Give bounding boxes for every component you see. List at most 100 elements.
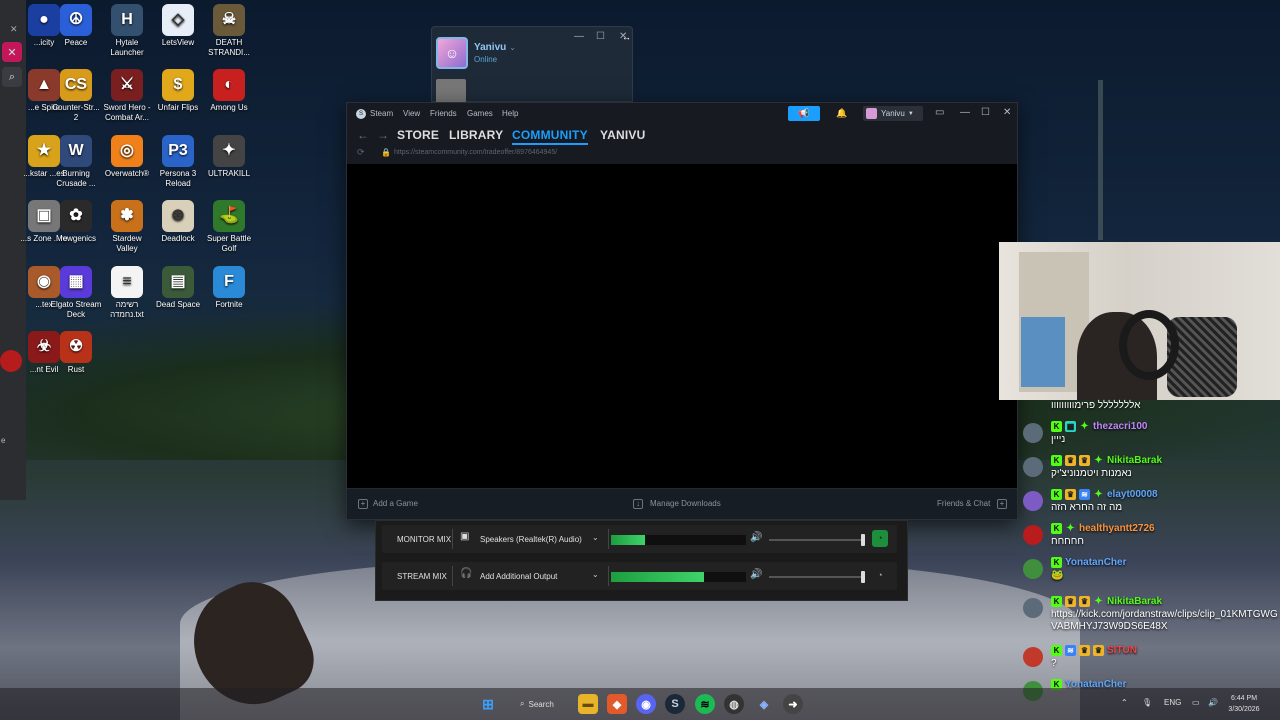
rust-icon: ☢ — [60, 331, 92, 363]
volume-icon[interactable]: 🔊 — [750, 569, 762, 580]
close-icon[interactable]: ✕ — [10, 24, 18, 35]
download-icon[interactable]: ↓ — [633, 499, 643, 509]
desktop-icon-hytale[interactable]: H Hytale Launcher — [101, 4, 153, 58]
mix-label: STREAM MIX — [397, 572, 447, 581]
friends-chat-button[interactable]: Friends & Chat — [937, 499, 990, 508]
desktop-icon-mewgenics[interactable]: ✿ Mewgenics — [50, 200, 102, 244]
chat-username[interactable]: NikitaBarak — [1107, 455, 1162, 466]
clock-time: 6:44 PM — [1230, 695, 1258, 702]
reload-icon[interactable]: ⟳ — [357, 147, 365, 158]
friend-avatar[interactable] — [436, 79, 466, 103]
peace-icon: ☮ — [60, 4, 92, 36]
system-clock[interactable]: 6:44 PM 3/30/2026 — [1226, 693, 1262, 715]
desktop-icon-label: Counter-Str... 2 — [52, 103, 100, 122]
desktop-icon-peace[interactable]: ☮ Peace — [50, 4, 102, 48]
desktop-icon-dead-space[interactable]: ▤ Dead Space — [152, 266, 204, 310]
broadcast-button[interactable]: 📢 — [788, 106, 820, 121]
app-arrow-icon[interactable]: ➜ — [783, 694, 803, 714]
chat-username[interactable]: SITUN — [1107, 645, 1137, 656]
steam-icon[interactable]: S — [665, 694, 685, 714]
volume-icon[interactable]: 🔊 — [1208, 698, 1218, 707]
desktop-icon-burning-crusade[interactable]: W Burning Crusade ... — [50, 135, 102, 189]
desktop-icon-deadlock[interactable]: ⊛ Deadlock — [152, 200, 204, 244]
discord-icon[interactable]: ◉ — [636, 694, 656, 714]
chevron-up-icon[interactable]: ⌃ — [1121, 698, 1128, 707]
chat-username[interactable]: NikitaBarak — [1107, 596, 1162, 607]
volume-icon[interactable]: 🔊 — [750, 532, 762, 543]
chat-username[interactable]: thezacri100 — [1093, 421, 1147, 432]
desktop-icon-text-file[interactable]: ≡ רשימה נחמדה.txt — [101, 266, 153, 320]
output-device-select[interactable]: Add Additional Output — [480, 572, 557, 581]
desktop-icon-super-battle-golf[interactable]: ⛳ Super Battle Golf — [203, 200, 255, 254]
spotify-icon[interactable]: ≋ — [695, 694, 715, 714]
desktop-icon-persona3[interactable]: P3 Persona 3 Reload — [152, 135, 204, 189]
back-arrow-icon[interactable]: ← — [357, 128, 369, 142]
chat-username[interactable]: elayt00008 — [1107, 489, 1158, 500]
desktop-icon-among-us[interactable]: ◐ Among Us — [203, 69, 255, 113]
desktop-icon-fortnite[interactable]: F Fortnite — [203, 266, 255, 310]
menu-games[interactable]: Games — [467, 109, 493, 118]
desktop-icon-counter-strike[interactable]: CS Counter-Str... 2 — [50, 69, 102, 123]
friends-chat-icon[interactable]: + — [997, 499, 1007, 509]
microphone-icon[interactable]: 🎙 — [1142, 698, 1152, 707]
friends-list-window[interactable]: ☺ Yanivu ⌄ Online — ☐ ✕ — [431, 26, 633, 103]
listen-toggle-icon[interactable]: ◔ — [872, 530, 888, 547]
desktop-icon-stardew[interactable]: ✽ Stardew Valley — [101, 200, 153, 254]
manage-downloads-button[interactable]: Manage Downloads — [650, 499, 721, 508]
friend-name[interactable]: Yanivu ⌄ — [474, 42, 516, 53]
steam-window[interactable]: S Steam View Friends Games Help 📢 🔔 Yani… — [346, 102, 1018, 520]
notification-bell-icon[interactable]: 🔔 — [836, 108, 847, 119]
forward-arrow-icon[interactable]: → — [377, 128, 389, 142]
minimize-icon[interactable]: — — [574, 31, 584, 42]
maximize-icon[interactable]: ☐ — [981, 107, 990, 118]
volume-slider[interactable] — [769, 534, 866, 546]
big-picture-icon[interactable]: ▭ — [935, 107, 944, 118]
close-icon[interactable]: ✕ — [1003, 107, 1011, 118]
chevron-down-icon[interactable]: ⌄ — [509, 43, 516, 52]
account-menu[interactable]: Yanivu ▼ — [863, 106, 923, 121]
volume-slider-knob[interactable] — [861, 534, 866, 546]
desktop-icon-ultrakill[interactable]: ✦ ULTRAKILL — [203, 135, 255, 179]
menu-view[interactable]: View — [403, 109, 420, 118]
start-icon[interactable]: ⊞ — [478, 694, 498, 714]
desktop-icon-unfair-flips[interactable]: $ Unfair Flips — [152, 69, 204, 113]
desktop-icon-death-stranding[interactable]: ☠ DEATH STRANDI... — [203, 4, 255, 58]
menu-help[interactable]: Help — [502, 109, 518, 118]
k-badge-icon: K — [1051, 421, 1062, 432]
chevron-down-icon[interactable]: ⌄ — [592, 570, 599, 579]
minimize-icon[interactable]: — — [960, 107, 970, 118]
tab-library[interactable]: LIBRARY — [449, 128, 503, 142]
taskbar-search[interactable]: ⌕ Search — [510, 694, 572, 714]
tab-community[interactable]: COMMUNITY — [512, 128, 588, 145]
volume-slider[interactable] — [769, 571, 866, 583]
desktop-icon-elgato[interactable]: ▦ Elgato Stream Deck — [50, 266, 102, 320]
chat-username[interactable]: YonatanCher — [1065, 557, 1127, 568]
app-icon[interactable]: ◈ — [754, 694, 774, 714]
chevron-down-icon[interactable]: ⌄ — [592, 533, 599, 542]
avatar[interactable]: ☺ — [436, 37, 468, 69]
volume-slider-knob[interactable] — [861, 571, 866, 583]
maximize-icon[interactable]: ☐ — [596, 31, 605, 42]
burning-crusade-icon: W — [60, 135, 92, 167]
plus-icon[interactable]: + — [358, 499, 368, 509]
chat-username[interactable]: healthyantt2726 — [1079, 523, 1155, 534]
file-explorer-icon[interactable]: ▬ — [578, 694, 598, 714]
listen-toggle-icon[interactable]: ◔ — [872, 567, 888, 584]
add-game-button[interactable]: Add a Game — [373, 499, 418, 508]
web-content-area[interactable] — [347, 164, 1017, 490]
headphones-icon: 🎧 — [460, 568, 473, 579]
desktop-icon-overwatch[interactable]: ◎ Overwatch® — [101, 135, 153, 179]
display-icon[interactable]: ▭ — [1192, 698, 1200, 707]
brave-icon[interactable]: ◆ — [607, 694, 627, 714]
output-device-select[interactable]: Speakers (Realtek(R) Audio) — [480, 535, 582, 544]
menu-steam[interactable]: Steam — [370, 109, 393, 118]
language-indicator[interactable]: ENG — [1164, 698, 1181, 707]
desktop-icon-rust[interactable]: ☢ Rust — [50, 331, 102, 375]
desktop-icon-sword-hero[interactable]: ⚔ Sword Hero - Combat Ar... — [101, 69, 153, 123]
obs-icon[interactable]: ◍ — [724, 694, 744, 714]
desktop-icon-letsview[interactable]: ◇ LetsView — [152, 4, 204, 48]
tab-store[interactable]: STORE — [397, 128, 439, 142]
menu-friends[interactable]: Friends — [430, 109, 457, 118]
page-url[interactable]: https://steamcommunity.com/tradeoffer/89… — [394, 149, 557, 156]
tab-profile[interactable]: YANIVU — [600, 128, 645, 142]
